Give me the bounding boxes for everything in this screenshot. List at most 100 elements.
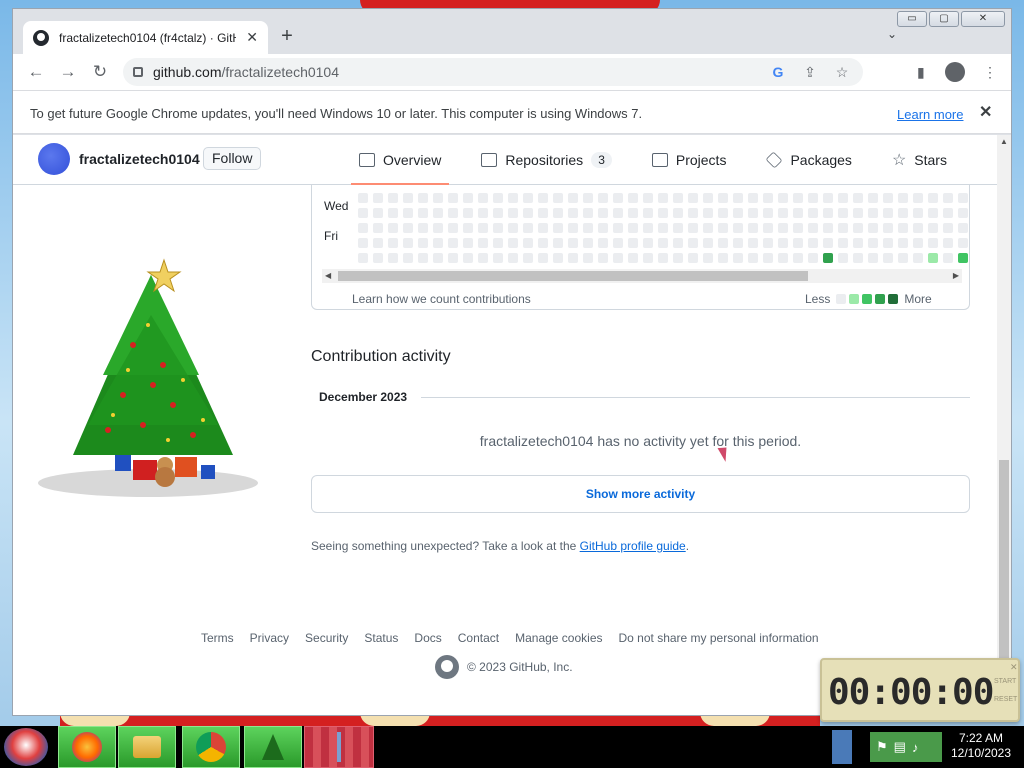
browser-tab[interactable]: fractalizetech0104 (fr4ctalz) · GitHub ✕	[23, 21, 268, 54]
profile-guide-link[interactable]: GitHub profile guide	[580, 539, 686, 553]
contribution-cell[interactable]	[388, 253, 398, 263]
contribution-cell[interactable]	[913, 193, 923, 203]
contribution-cell[interactable]	[628, 223, 638, 233]
contribution-cell[interactable]	[793, 193, 803, 203]
contribution-cell[interactable]	[688, 223, 698, 233]
contribution-cell[interactable]	[943, 253, 953, 263]
contribution-cell[interactable]	[718, 253, 728, 263]
contribution-cell[interactable]	[838, 208, 848, 218]
contribution-cell[interactable]	[898, 253, 908, 263]
contribution-cell[interactable]	[868, 193, 878, 203]
contribution-cell[interactable]	[613, 223, 623, 233]
contribution-cell[interactable]	[358, 208, 368, 218]
contribution-cell[interactable]	[598, 223, 608, 233]
contribution-cell[interactable]	[538, 223, 548, 233]
contribution-cell[interactable]	[808, 238, 818, 248]
contribution-cell[interactable]	[853, 253, 863, 263]
contribution-cell[interactable]	[658, 238, 668, 248]
contribution-cell[interactable]	[403, 223, 413, 233]
footer-link-privacy[interactable]: Privacy	[250, 631, 289, 645]
contribution-cell[interactable]	[373, 253, 383, 263]
contribution-cell[interactable]	[793, 238, 803, 248]
contribution-cell[interactable]	[598, 238, 608, 248]
contribution-cell[interactable]	[568, 223, 578, 233]
contribution-cell[interactable]	[478, 208, 488, 218]
contribution-cell[interactable]	[913, 238, 923, 248]
contribution-cell[interactable]	[508, 253, 518, 263]
contribution-cell[interactable]	[673, 223, 683, 233]
contribution-cell[interactable]	[538, 193, 548, 203]
contribution-cell[interactable]	[433, 193, 443, 203]
contribution-cell[interactable]	[913, 253, 923, 263]
menu-icon[interactable]: ⋮	[983, 64, 997, 81]
contribution-cell[interactable]	[913, 208, 923, 218]
contribution-cell[interactable]	[433, 238, 443, 248]
learn-more-link[interactable]: Learn more	[897, 107, 963, 122]
contribution-cell[interactable]	[928, 193, 938, 203]
contribution-cell[interactable]	[958, 238, 968, 248]
footer-link-status[interactable]: Status	[364, 631, 398, 645]
contribution-cell[interactable]	[583, 208, 593, 218]
timer-reset-button[interactable]: RESET	[994, 696, 1017, 703]
contribution-cell[interactable]	[823, 208, 833, 218]
contribution-cell[interactable]	[643, 223, 653, 233]
taskbar-tree-app[interactable]	[244, 726, 302, 768]
contribution-cell[interactable]	[928, 223, 938, 233]
contribution-cell[interactable]	[508, 193, 518, 203]
scroll-left-icon[interactable]: ◀	[325, 269, 331, 283]
contribution-cell[interactable]	[403, 208, 413, 218]
contribution-cell[interactable]	[688, 253, 698, 263]
contribution-cell[interactable]	[373, 238, 383, 248]
contribution-cell[interactable]	[493, 193, 503, 203]
contribution-cell[interactable]	[733, 223, 743, 233]
tab-projects[interactable]: Projects	[644, 135, 735, 185]
contribution-cell[interactable]	[868, 238, 878, 248]
contribution-cell[interactable]	[523, 223, 533, 233]
contribution-cell[interactable]	[418, 253, 428, 263]
contribution-cell[interactable]	[643, 253, 653, 263]
tab-overview[interactable]: Overview	[351, 135, 450, 185]
contribution-cell[interactable]	[523, 208, 533, 218]
contribution-cell[interactable]	[373, 193, 383, 203]
flag-icon[interactable]: ⚑	[876, 739, 888, 755]
tab-search-icon[interactable]: ⌄	[887, 27, 897, 41]
contribution-cell[interactable]	[928, 208, 938, 218]
contribution-cell[interactable]	[928, 253, 938, 263]
contribution-cell[interactable]	[898, 193, 908, 203]
contribution-cell[interactable]	[643, 208, 653, 218]
contribution-cell[interactable]	[883, 223, 893, 233]
contribution-cell[interactable]	[388, 208, 398, 218]
taskbar-explorer[interactable]	[118, 726, 176, 768]
contribution-cell[interactable]	[478, 193, 488, 203]
contribution-cell[interactable]	[778, 238, 788, 248]
tab-repositories[interactable]: Repositories 3	[473, 135, 620, 185]
follow-button[interactable]: Follow	[203, 147, 262, 170]
contribution-cell[interactable]	[763, 238, 773, 248]
contribution-cell[interactable]	[763, 253, 773, 263]
contribution-cell[interactable]	[568, 238, 578, 248]
timer-close-icon[interactable]: ✕	[1010, 662, 1018, 673]
contribution-cell[interactable]	[613, 193, 623, 203]
contribution-cell[interactable]	[658, 223, 668, 233]
contribution-cell[interactable]	[703, 223, 713, 233]
contribution-cell[interactable]	[493, 208, 503, 218]
contribution-cell[interactable]	[793, 223, 803, 233]
contribution-cell[interactable]	[433, 208, 443, 218]
contribution-cell[interactable]	[583, 238, 593, 248]
contribution-cell[interactable]	[403, 253, 413, 263]
contribution-cell[interactable]	[508, 238, 518, 248]
contribution-cell[interactable]	[733, 193, 743, 203]
contribution-cell[interactable]	[358, 193, 368, 203]
new-tab-button[interactable]: +	[275, 25, 299, 48]
contribution-cell[interactable]	[538, 238, 548, 248]
taskbar-window[interactable]	[304, 726, 374, 768]
contribution-cell[interactable]	[583, 253, 593, 263]
contribution-cell[interactable]	[463, 208, 473, 218]
contribution-cell[interactable]	[568, 253, 578, 263]
contribution-cell[interactable]	[898, 238, 908, 248]
contribution-cell[interactable]	[748, 223, 758, 233]
contribution-cell[interactable]	[793, 253, 803, 263]
sidepanel-icon[interactable]: ▮	[917, 64, 925, 81]
contribution-cell[interactable]	[628, 193, 638, 203]
contribution-cell[interactable]	[883, 208, 893, 218]
